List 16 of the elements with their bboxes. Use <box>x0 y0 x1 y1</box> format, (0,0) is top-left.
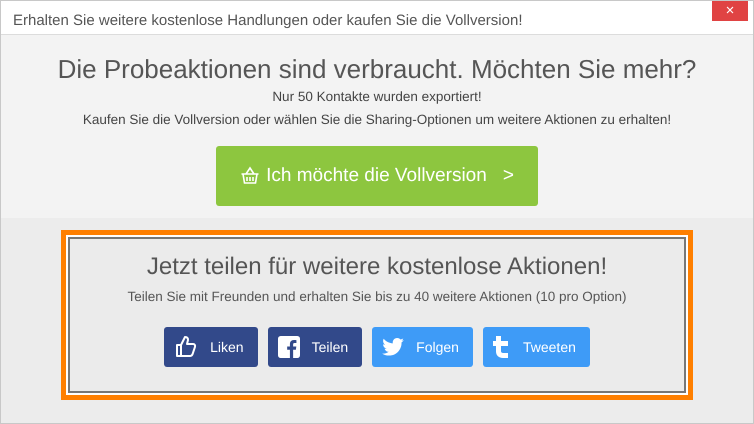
share-title: Jetzt teilen für weitere kostenlose Aktionen! <box>146 252 608 282</box>
facebook-icon <box>278 336 300 358</box>
share-button[interactable]: Folgen <box>372 327 473 368</box>
basket-icon <box>240 166 260 186</box>
bird-icon <box>382 338 404 356</box>
share-button[interactable]: Liken <box>164 327 258 368</box>
close-button[interactable]: × <box>712 1 748 21</box>
letter-t-icon <box>492 336 511 358</box>
info-text: Kaufen Sie die Vollversion oder wählen Sie die Sharing-Optionen um weitere Aktionen zu erhalten! <box>82 111 672 129</box>
share-button[interactable]: Tweeten <box>482 327 590 368</box>
info-text: Nur 50 Kontakte wurden exportiert! <box>272 88 482 106</box>
thumbs-up-icon <box>174 335 198 360</box>
share-button[interactable]: Teilen <box>268 327 362 368</box>
headline: Die Probeaktionen sind verbraucht. Möchten Sie mehr? <box>58 53 696 85</box>
share-subtitle: Teilen Sie mit Freunden und erhalten Sie bis zu 40 weitere Aktionen (10 pro Option) <box>127 288 627 306</box>
window-title: Erhalten Sie weitere kostenlose Handlungen oder kaufen Sie die Vollversion! <box>13 11 522 31</box>
